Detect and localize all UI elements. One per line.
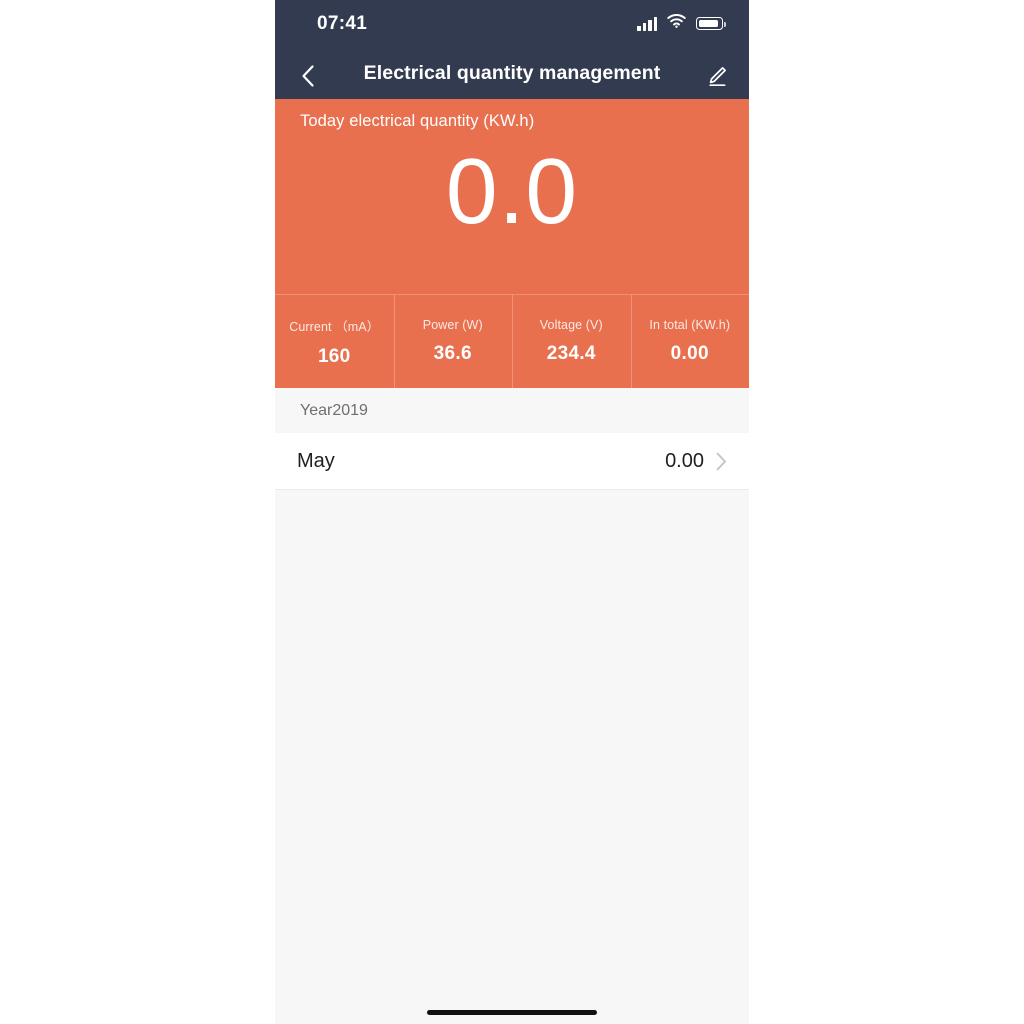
screen-content: Today electrical quantity (KW.h) 0.0 Cur… [275, 99, 749, 1024]
history-row-value: 0.00 [665, 449, 704, 472]
status-bar: 07:41 [275, 0, 749, 52]
stat-voltage: Voltage (V) 234.4 [512, 295, 631, 388]
stats-strip: Current （mA） 160 Power (W) 36.6 Voltage … [275, 294, 749, 388]
battery-icon [696, 17, 726, 30]
stat-current: Current （mA） 160 [275, 295, 394, 388]
wifi-icon [667, 14, 686, 33]
list-empty-area [275, 490, 749, 1024]
status-bar-icons [637, 14, 726, 33]
stat-voltage-value: 234.4 [546, 343, 596, 364]
stat-power: Power (W) 36.6 [393, 295, 513, 388]
stat-voltage-label: Voltage (V) [539, 318, 603, 332]
stat-in-total-label: In total (KW.h) [649, 318, 731, 332]
edit-pencil-icon [709, 67, 726, 87]
stat-current-value: 160 [317, 345, 351, 367]
history-row-may[interactable]: May 0.00 [275, 433, 749, 490]
page-title: Electrical quantity management [363, 62, 661, 84]
home-indicator[interactable] [427, 1009, 597, 1015]
chevron-right-icon [716, 452, 727, 471]
year-section-header: Year2019 [275, 388, 749, 433]
status-bar-time: 07:41 [317, 13, 368, 34]
signal-bars-icon [637, 16, 657, 31]
stat-in-total-value: 0.00 [670, 343, 709, 364]
nav-bar: Electrical quantity management [275, 52, 749, 99]
stat-power-value: 36.6 [433, 343, 472, 364]
stat-current-label: Current （mA） [289, 319, 380, 334]
stat-in-total: In total (KW.h) 0.00 [630, 295, 750, 388]
history-row-month: May [297, 449, 335, 472]
screenshot-canvas: 07:41 Electrical quantity management Tod… [0, 0, 1024, 1024]
edit-button[interactable] [697, 56, 737, 96]
today-quantity-value: 0.0 [445, 139, 579, 243]
today-quantity-label: Today electrical quantity (KW.h) [300, 112, 535, 130]
today-quantity-panel: Today electrical quantity (KW.h) 0.0 [275, 99, 749, 294]
phone-screen: 07:41 Electrical quantity management Tod… [275, 0, 749, 1024]
stat-power-label: Power (W) [422, 318, 483, 332]
